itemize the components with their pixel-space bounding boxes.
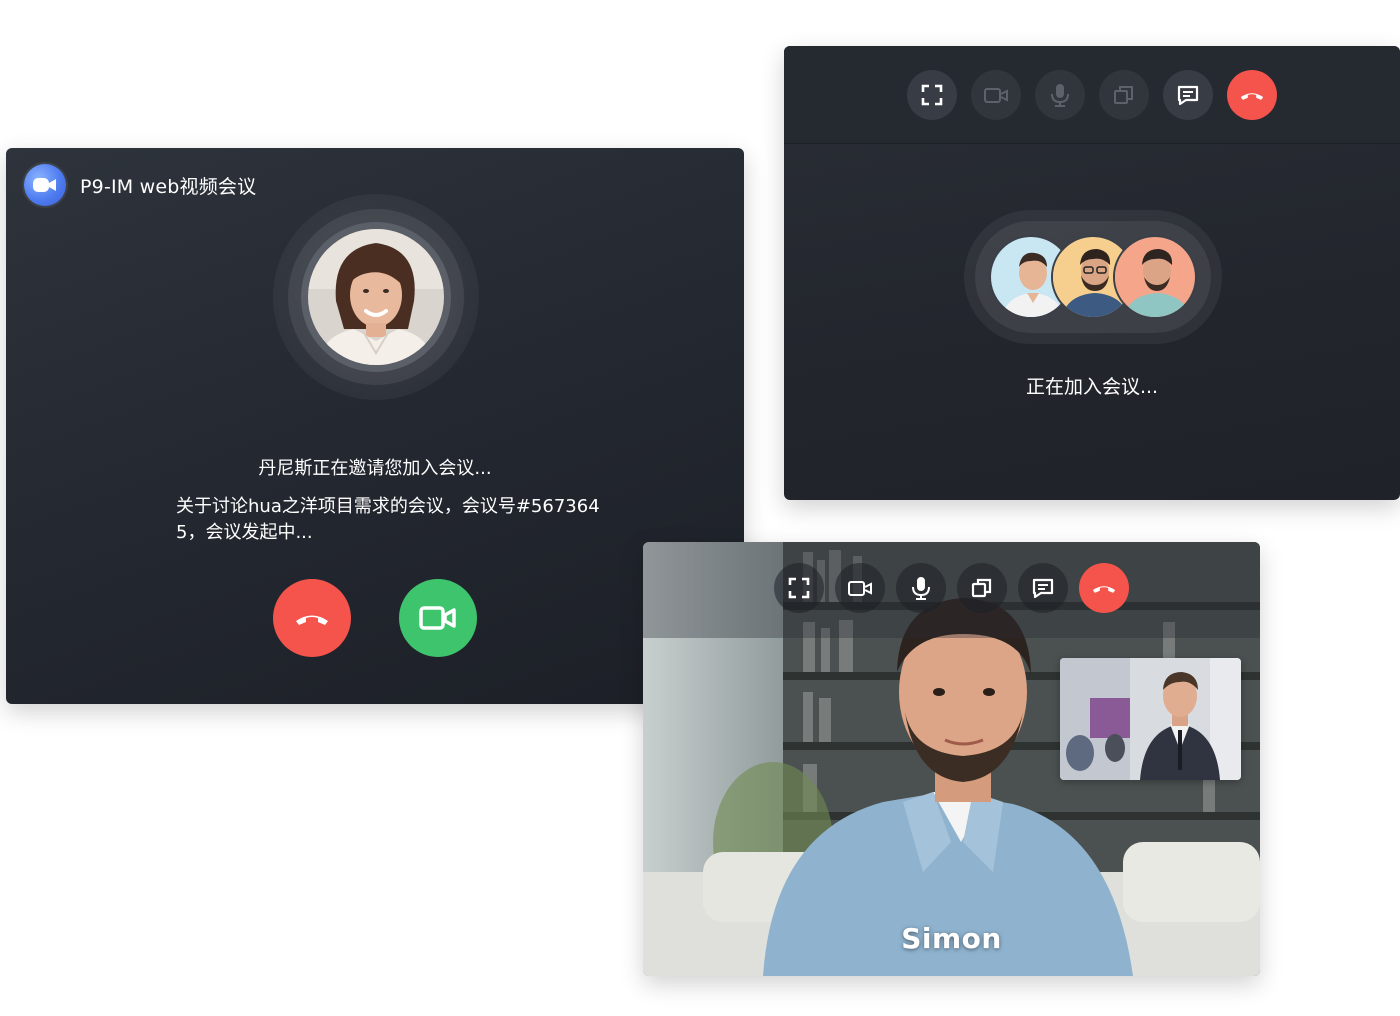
speaker-name-label: Simon — [901, 922, 1002, 955]
hang-up-icon — [1092, 586, 1116, 593]
camera-icon — [984, 87, 1008, 103]
self-view-thumbnail[interactable] — [1060, 658, 1241, 780]
microphone-icon — [1051, 83, 1069, 107]
fullscreen-button[interactable] — [774, 563, 824, 613]
fullscreen-icon — [788, 577, 810, 599]
meeting-detail: 关于讨论hua之洋项目需求的会议，会议号#5673645，会议发起中... — [176, 496, 600, 543]
hang-up-button[interactable] — [1227, 69, 1277, 120]
accept-video-call-button[interactable] — [399, 579, 477, 657]
camera-button[interactable] — [835, 563, 885, 613]
app-title: P9-IM web视频会议 — [80, 175, 257, 198]
microphone-icon — [912, 577, 930, 600]
app-logo-icon — [24, 164, 66, 206]
app-header: P9-IM web视频会议 — [24, 164, 256, 206]
chat-icon — [1177, 85, 1199, 105]
hang-up-icon — [296, 615, 328, 625]
microphone-button[interactable] — [896, 563, 946, 613]
fullscreen-icon — [921, 84, 943, 105]
participant-avatar — [1113, 235, 1197, 319]
screen-share-icon — [1114, 85, 1133, 104]
caller-avatar — [308, 229, 444, 365]
chat-button[interactable] — [1018, 563, 1068, 613]
joining-meeting-panel: 正在加入会议... — [784, 46, 1400, 500]
hang-up-button[interactable] — [1079, 563, 1129, 613]
caller-avatar-ring — [273, 194, 479, 400]
camera-button[interactable] — [971, 69, 1021, 120]
call-toolbar — [643, 542, 1260, 638]
invite-message: 丹尼斯正在邀请您加入会议... — [258, 458, 492, 479]
chat-icon — [1032, 578, 1054, 599]
participants-avatar-group — [964, 210, 1222, 344]
hang-up-icon — [1240, 92, 1264, 100]
active-video-call-panel: Simon — [643, 542, 1260, 976]
joining-status-text: 正在加入会议... — [1025, 376, 1159, 398]
screen-share-icon — [971, 578, 992, 598]
screen-share-button[interactable] — [1099, 69, 1149, 120]
decline-call-button[interactable] — [273, 579, 351, 657]
chat-button[interactable] — [1163, 69, 1213, 120]
call-toolbar — [784, 46, 1400, 144]
video-camera-icon — [419, 606, 456, 630]
screen-share-button[interactable] — [957, 563, 1007, 613]
incoming-call-panel: P9-IM web视频会议 丹尼斯正在邀请您加入会议... 关于讨论hua之洋项… — [6, 148, 744, 704]
fullscreen-button[interactable] — [907, 69, 957, 120]
camera-icon — [848, 581, 872, 596]
microphone-button[interactable] — [1035, 69, 1085, 120]
